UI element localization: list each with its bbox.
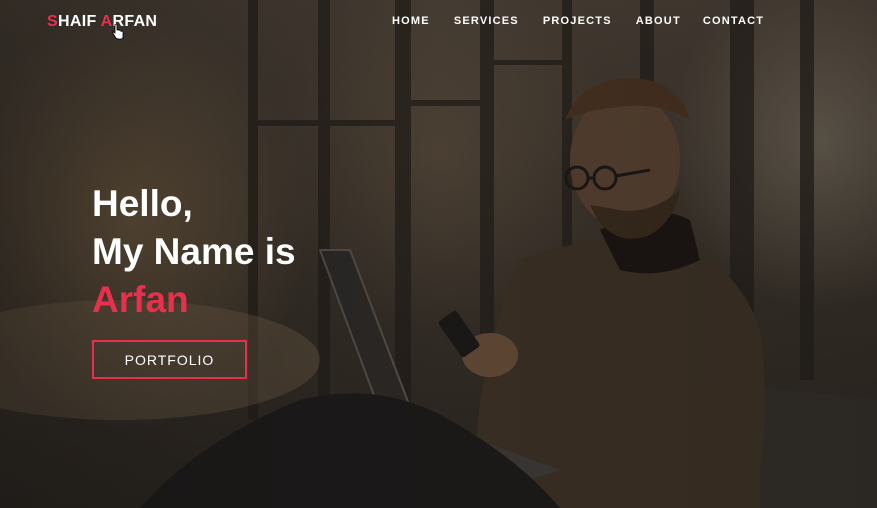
nav-item-home[interactable]: HOME <box>392 15 430 27</box>
brand-logo[interactable]: SHAIF ARFAN <box>47 13 157 31</box>
headline-greeting: Hello, <box>92 183 193 224</box>
headline-intro: My Name is <box>92 231 296 272</box>
headline-name: Arfan <box>92 279 189 320</box>
nav-item-about[interactable]: ABOUT <box>636 15 681 27</box>
brand-first-rest: HAIF <box>57 13 101 30</box>
main-nav: HOME SERVICES PROJECTS ABOUT CONTACT <box>392 15 764 27</box>
hand-pointer-icon <box>112 24 124 40</box>
nav-item-projects[interactable]: PROJECTS <box>543 15 612 27</box>
hero-section: SHAIF ARFAN HOME SERVICES PROJECTS ABOUT… <box>0 0 877 508</box>
brand-first-initial: S <box>47 13 58 30</box>
nav-item-services[interactable]: SERVICES <box>454 15 519 27</box>
nav-item-contact[interactable]: CONTACT <box>703 15 764 27</box>
portfolio-button[interactable]: PORTFOLIO <box>92 340 247 379</box>
brand-last-initial: A <box>100 13 113 30</box>
hero-headline: Hello, My Name is Arfan <box>92 180 296 324</box>
